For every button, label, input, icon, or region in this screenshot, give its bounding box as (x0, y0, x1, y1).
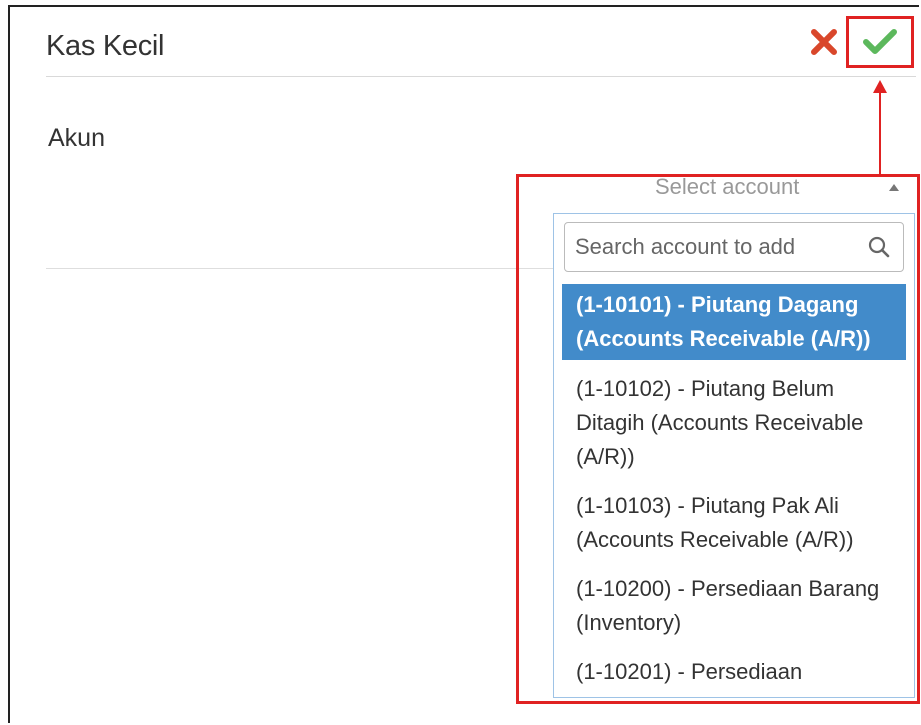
check-icon (863, 29, 897, 54)
annotation-highlight-box (516, 174, 920, 704)
dialog-title: Kas Kecil (46, 30, 165, 62)
account-label: Akun (48, 124, 105, 152)
field-divider (46, 268, 554, 269)
header-divider (46, 76, 916, 77)
cancel-button[interactable] (808, 26, 840, 58)
save-button[interactable] (846, 16, 914, 68)
close-icon (811, 29, 837, 55)
annotation-arrow (879, 92, 881, 176)
